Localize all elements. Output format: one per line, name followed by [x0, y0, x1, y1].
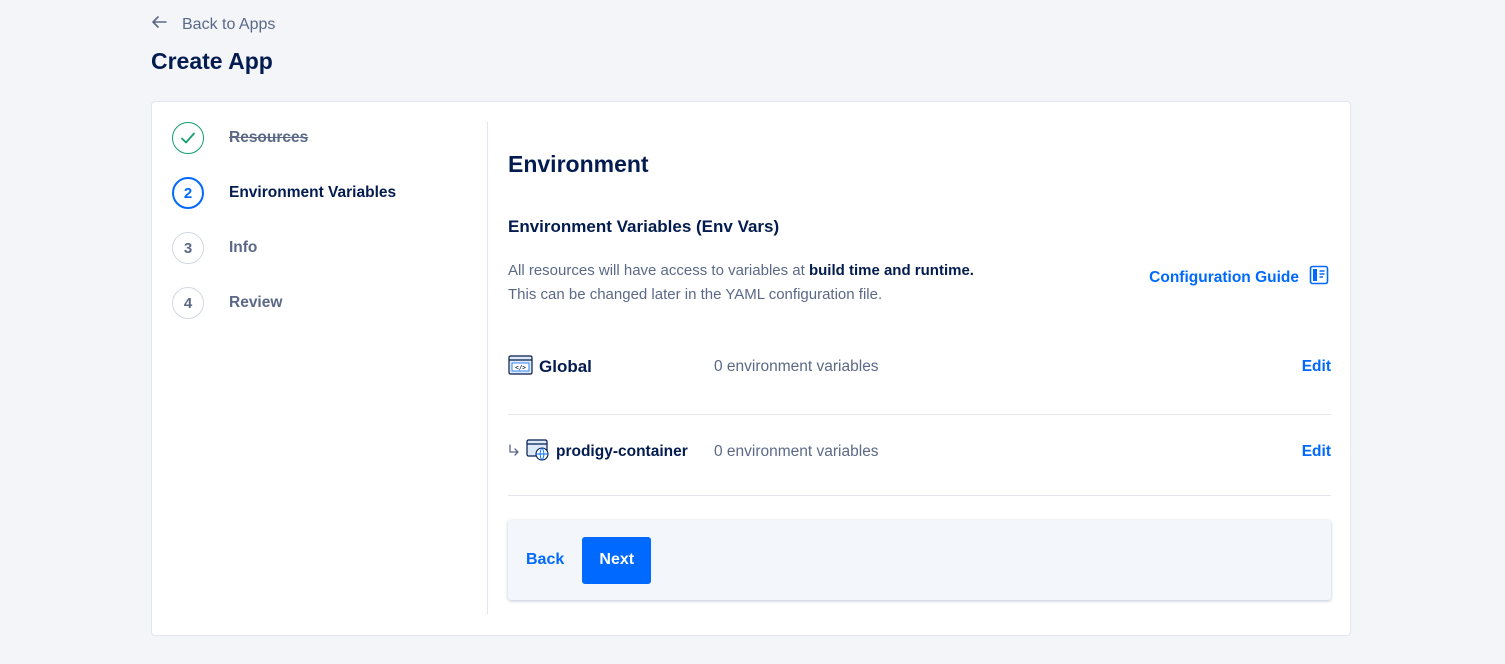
environment-panel: Environment Environment Variables (Env V…	[508, 122, 1331, 614]
subdirectory-arrow-icon	[508, 443, 520, 462]
env-name-label: prodigy-container	[556, 443, 688, 460]
next-button[interactable]: Next	[582, 536, 652, 584]
step-number: 4	[172, 287, 204, 319]
arrow-left-icon	[150, 13, 168, 36]
step-resources[interactable]: Resources	[172, 122, 308, 154]
step-environment-variables[interactable]: 2 Environment Variables	[172, 177, 396, 209]
wizard-footer: Back Next	[508, 520, 1331, 600]
row-divider	[508, 414, 1331, 415]
create-app-page: Back to Apps Create App Resources 2 Envi…	[0, 0, 1505, 664]
step-label: Info	[229, 239, 258, 256]
desc-text: All resources will have access to variab…	[508, 262, 809, 279]
configuration-guide-label: Configuration Guide	[1149, 268, 1299, 286]
env-name-label: Global	[539, 357, 592, 376]
edit-global-link[interactable]: Edit	[1302, 358, 1331, 376]
create-app-card: Resources 2 Environment Variables 3 Info…	[151, 101, 1351, 636]
env-row-prodigy-container: prodigy-container 0 environment variable…	[508, 438, 1331, 466]
env-name-container: prodigy-container	[508, 438, 714, 466]
page-title: Create App	[151, 48, 273, 74]
step-label: Review	[229, 294, 283, 311]
step-label: Resources	[229, 129, 309, 146]
wizard-steps: Resources 2 Environment Variables 3 Info…	[172, 122, 488, 614]
step-label: Environment Variables	[229, 184, 397, 201]
svg-text:</>: </>	[515, 364, 526, 371]
web-container-icon	[526, 438, 550, 466]
step-number: 3	[172, 232, 204, 264]
desc-line-2: This can be changed later in the YAML co…	[508, 286, 883, 303]
edit-container-link[interactable]: Edit	[1302, 443, 1331, 461]
step-info[interactable]: 3 Info	[172, 232, 257, 264]
env-vars-description: All resources will have access to variab…	[508, 259, 974, 307]
step-review[interactable]: 4 Review	[172, 287, 282, 319]
book-icon	[1309, 265, 1329, 290]
desc-bold-text: build time and runtime.	[808, 262, 974, 279]
back-to-apps-label: Back to Apps	[182, 15, 276, 33]
row-divider	[508, 495, 1331, 496]
configuration-guide-link[interactable]: Configuration Guide	[1149, 265, 1329, 290]
back-to-apps-link[interactable]: Back to Apps	[150, 13, 275, 36]
env-name-global: </> Global	[508, 354, 714, 381]
back-button[interactable]: Back	[526, 551, 564, 569]
env-row-global: </> Global 0 environment variables Edit	[508, 354, 1331, 381]
check-icon	[172, 122, 204, 154]
step-number: 2	[172, 177, 204, 209]
code-window-icon: </>	[508, 354, 533, 381]
section-title: Environment	[508, 151, 649, 177]
env-count: 0 environment variables	[714, 443, 879, 460]
env-count: 0 environment variables	[714, 358, 879, 375]
env-vars-subtitle: Environment Variables (Env Vars)	[508, 217, 780, 236]
